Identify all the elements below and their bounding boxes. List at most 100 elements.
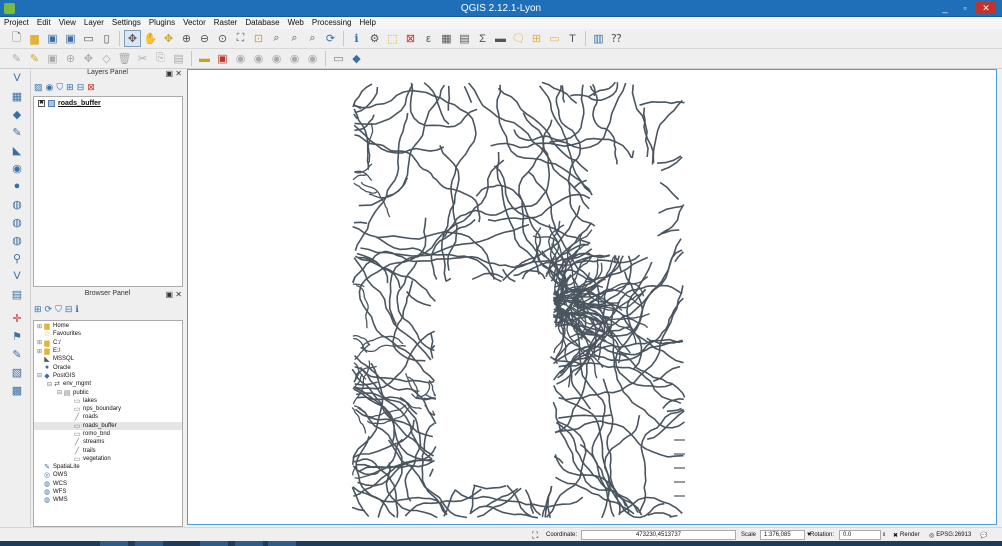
add-vector-layer-icon[interactable]: V <box>6 72 28 88</box>
digitize-icon[interactable]: ✎ <box>6 348 28 364</box>
zoom-to-layer-icon[interactable]: ⌕ <box>268 30 285 47</box>
add-oracle-layer-icon[interactable]: ● <box>6 180 28 196</box>
add-group-icon[interactable]: ◉ <box>46 82 54 93</box>
move-label-icon[interactable]: ◉ <box>268 50 285 67</box>
collapse-all-icon[interactable]: ⊟ <box>77 82 85 93</box>
move-feature-icon[interactable]: ✥ <box>80 50 97 67</box>
browser-item[interactable]: ◍ WCS <box>34 480 182 488</box>
refresh-browser-icon[interactable]: ⟳ <box>45 304 53 315</box>
new-print-composer-icon[interactable]: ▭ <box>80 30 97 47</box>
rotation-field[interactable]: 0.0 <box>839 530 881 540</box>
add-wcs-layer-icon[interactable]: ◍ <box>6 216 28 232</box>
show-bookmarks-icon[interactable]: ▭ <box>546 30 563 47</box>
maximize-button[interactable]: ▫ <box>958 2 972 14</box>
save-as-icon[interactable]: ▣ <box>62 30 79 47</box>
taskbar-item[interactable] <box>268 541 296 546</box>
action-icon[interactable]: ⚙ <box>366 30 383 47</box>
add-selected-layers-icon[interactable]: ⊞ <box>34 304 42 315</box>
render-checkbox[interactable]: ✖ <box>893 532 898 539</box>
save-project-icon[interactable]: ▣ <box>44 30 61 47</box>
browser-item[interactable]: ⊞ ▆ Home <box>34 322 182 330</box>
new-bookmark-icon[interactable]: ⊞ <box>528 30 545 47</box>
add-feature-icon[interactable]: ⊕ <box>62 50 79 67</box>
menu-view[interactable]: View <box>55 17 80 27</box>
layers-panel-close-button[interactable]: ✕ <box>175 69 182 78</box>
menu-edit[interactable]: Edit <box>33 17 55 27</box>
add-postgis-layer-icon[interactable]: ◆ <box>6 108 28 124</box>
geometry-checker-icon[interactable]: ⚑ <box>6 330 28 346</box>
browser-item[interactable]: ⊟ ◆ PostGIS <box>34 372 182 380</box>
browser-item[interactable]: ⊟ ▤ public <box>34 388 182 397</box>
layer-labeling-icon[interactable]: ▣ <box>214 50 231 67</box>
gps-icon[interactable]: ✛ <box>6 312 28 328</box>
expand-all-icon[interactable]: ⊞ <box>66 82 74 93</box>
browser-item[interactable]: ▭ nps_boundary <box>34 405 182 413</box>
scale-combo[interactable]: 1:376,085 <box>760 530 805 540</box>
python-plugin-icon[interactable]: ◆ <box>348 50 365 67</box>
messages-icon[interactable]: 💬 <box>980 532 987 539</box>
zoom-out-icon[interactable]: ⊖ <box>196 30 213 47</box>
menu-help[interactable]: Help <box>355 17 379 27</box>
measure-line-icon[interactable]: ▬ <box>492 30 509 47</box>
zoom-full-icon[interactable]: ⛶ <box>232 30 249 47</box>
composer-manager-icon[interactable]: ▯ <box>98 30 115 47</box>
label-tool-icon[interactable]: ▬ <box>196 50 213 67</box>
cut-features-icon[interactable]: ✂ <box>134 50 151 67</box>
rotate-label-icon[interactable]: ◉ <box>286 50 303 67</box>
field-calculator-icon[interactable]: ▤ <box>456 30 473 47</box>
add-mssql-layer-icon[interactable]: ◣ <box>6 144 28 160</box>
properties-icon[interactable]: ℹ <box>75 304 78 315</box>
add-delimited-text-icon[interactable]: ⚲ <box>6 252 28 268</box>
new-spatialite-layer-icon[interactable]: ▤ <box>6 288 28 304</box>
paste-features-icon[interactable]: ▤ <box>170 50 187 67</box>
show-hide-labels-icon[interactable]: ◉ <box>250 50 267 67</box>
copy-features-icon[interactable]: ⎘ <box>152 50 169 67</box>
layer-styling-icon[interactable]: ▨ <box>34 82 43 93</box>
whats-this-icon[interactable]: ⁇ <box>608 30 625 47</box>
filter-legend-icon[interactable]: ⛉ <box>56 82 63 93</box>
layer-visibility-checkbox[interactable]: ✖ <box>38 99 45 107</box>
menu-database[interactable]: Database <box>241 17 283 27</box>
deselect-icon[interactable]: ⊠ <box>402 30 419 47</box>
filter-browser-icon[interactable]: ⛉ <box>55 304 62 315</box>
browser-item[interactable]: ▭ vegetation <box>34 455 182 463</box>
menu-processing[interactable]: Processing <box>308 17 356 27</box>
select-features-icon[interactable]: ⬚ <box>384 30 401 47</box>
menu-plugins[interactable]: Plugins <box>145 17 179 27</box>
layers-panel-float-button[interactable]: ▣ <box>166 69 174 78</box>
text-annotation-icon[interactable]: T <box>564 30 581 47</box>
pin-labels-icon[interactable]: ◉ <box>232 50 249 67</box>
touch-pan-icon[interactable]: ✋ <box>142 30 159 47</box>
delete-selected-icon[interactable]: 🗑 <box>116 50 133 67</box>
minimize-button[interactable]: _ <box>938 2 952 14</box>
coordinate-field[interactable]: 473230,4513737 <box>581 530 736 540</box>
refresh-icon[interactable]: ⟳ <box>322 30 339 47</box>
menu-project[interactable]: Project <box>0 17 33 27</box>
zoom-next-icon[interactable]: ⌕ <box>304 30 321 47</box>
browser-item[interactable]: ◣ MSSQL <box>34 355 182 363</box>
select-by-expression-icon[interactable]: ε <box>420 30 437 47</box>
menu-web[interactable]: Web <box>284 17 308 27</box>
toggle-editing-icon[interactable]: ✎ <box>26 50 43 67</box>
grass-icon[interactable]: ▩ <box>6 384 28 400</box>
browser-item[interactable]: ⊞ ▆ E:/ <box>34 347 182 355</box>
taskbar-item[interactable] <box>100 541 128 546</box>
pan-to-selection-icon[interactable]: ✥ <box>160 30 177 47</box>
browser-item[interactable]: ▭ romo_bnd <box>34 430 182 438</box>
new-shapefile-icon[interactable]: V <box>6 270 28 286</box>
zoom-to-selection-icon[interactable]: ⊡ <box>250 30 267 47</box>
browser-item[interactable]: ◍ WFS <box>34 488 182 496</box>
taskbar-item[interactable] <box>235 541 263 546</box>
georeferencer-icon[interactable]: ▧ <box>6 366 28 382</box>
add-wms-layer-icon[interactable]: ◍ <box>6 198 28 214</box>
open-attribute-table-icon[interactable]: ▦ <box>438 30 455 47</box>
rotation-spinner-icon[interactable]: ⇕ <box>882 532 886 538</box>
node-tool-icon[interactable]: ◇ <box>98 50 115 67</box>
save-layer-edits-icon[interactable]: ▣ <box>44 50 61 67</box>
map-canvas[interactable] <box>187 69 997 525</box>
open-project-icon[interactable]: ▆ <box>26 30 43 47</box>
toggle-extents-icon[interactable]: ⛶ <box>532 530 538 540</box>
add-raster-layer-icon[interactable]: ▦ <box>6 90 28 106</box>
identify-icon[interactable]: ℹ <box>348 30 365 47</box>
current-edits-icon[interactable]: ✎ <box>8 50 25 67</box>
